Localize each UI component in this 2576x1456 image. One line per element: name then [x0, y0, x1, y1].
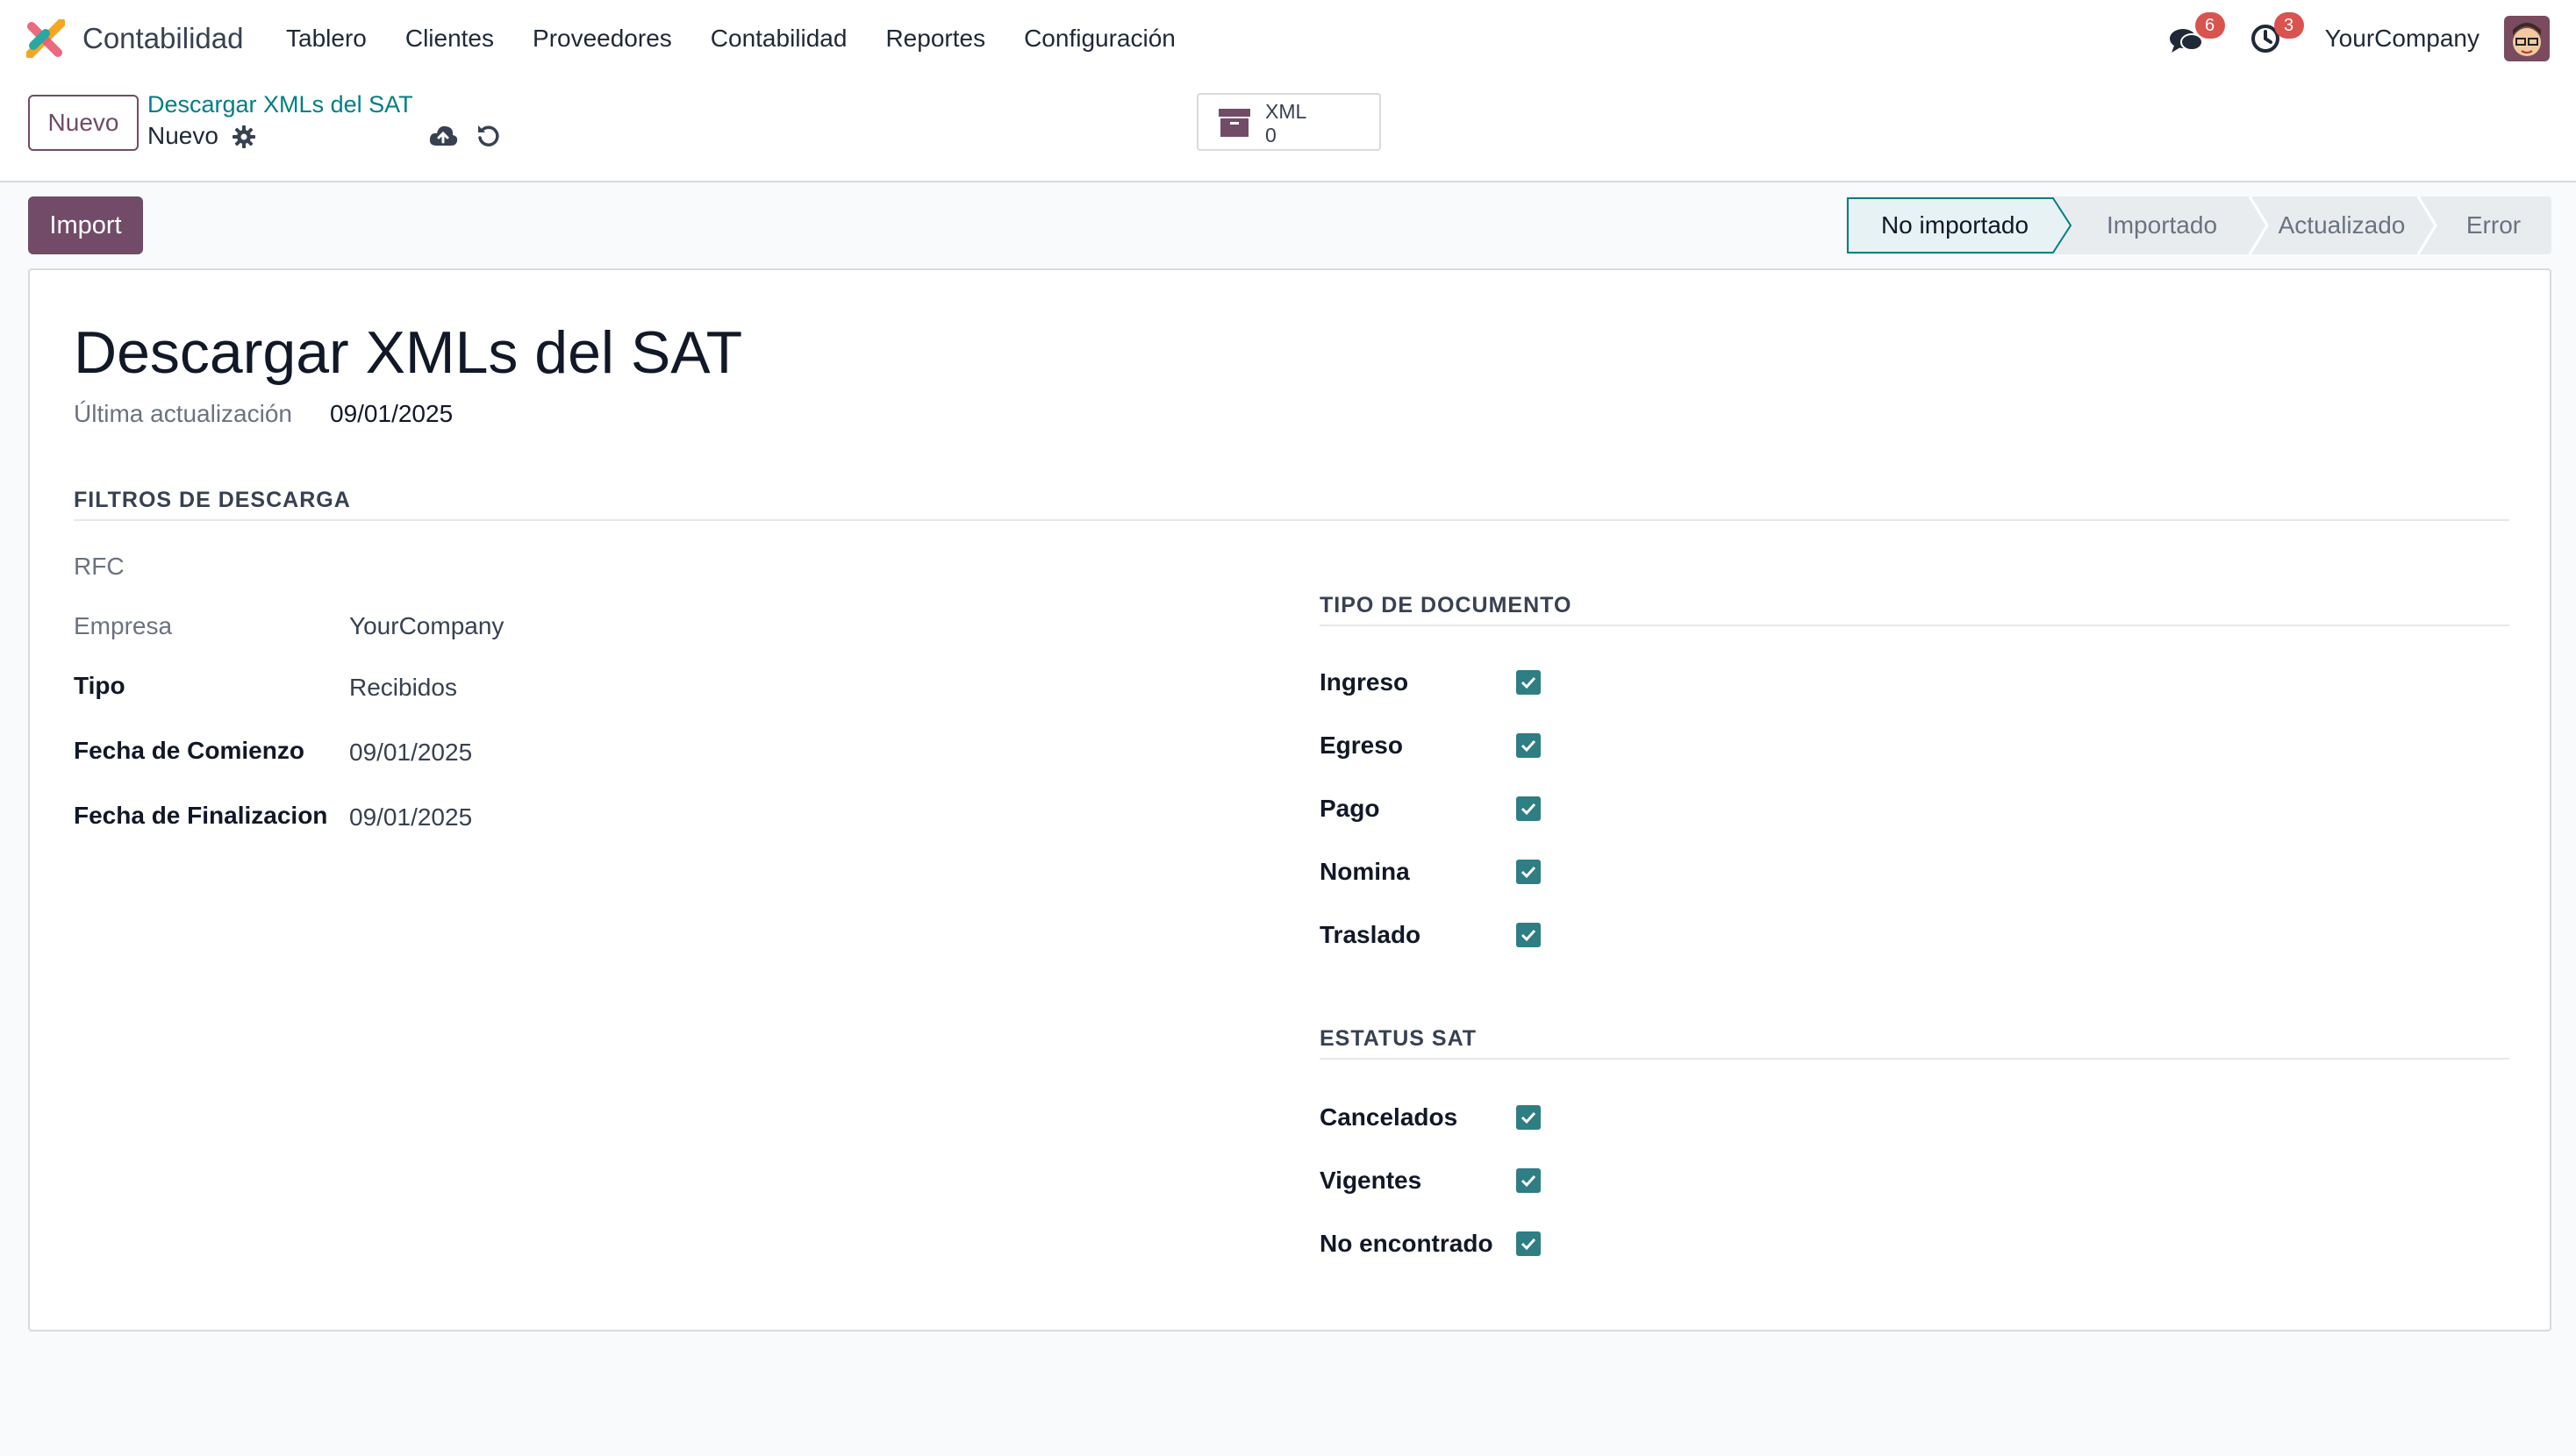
sat-status-section-divider	[1320, 1058, 2509, 1060]
start-date-label: Fecha de Comienzo	[74, 737, 304, 764]
rfc-label: RFC	[74, 553, 125, 580]
doc-type-ingreso-label: Ingreso	[1320, 668, 1409, 696]
status-bar: No importado Importado Actualizado Error	[1846, 196, 2551, 254]
doc-type-nomina-checkbox[interactable]	[1516, 860, 1541, 884]
top-navbar: Contabilidad Tablero Clientes Proveedore…	[0, 0, 2576, 77]
sat-status-vigentes-label: Vigentes	[1320, 1167, 1422, 1194]
smart-button-label: XML	[1265, 100, 1307, 123]
last-update-label: Última actualización	[74, 400, 292, 427]
doc-type-section-title: TIPO DE DOCUMENTO	[1320, 593, 1572, 617]
company-switcher[interactable]: YourCompany	[2325, 25, 2479, 53]
last-update-value: 09/01/2025	[330, 400, 454, 427]
archive-icon	[1218, 107, 1251, 139]
activities-button[interactable]: 3	[2246, 12, 2304, 58]
breadcrumb-current: Nuevo	[147, 122, 218, 149]
messages-count-badge: 6	[2194, 12, 2225, 39]
xml-smart-button[interactable]: XML 0	[1197, 93, 1381, 151]
smart-button-count: 0	[1265, 124, 1277, 146]
sat-status-no-encontrado-checkbox[interactable]	[1516, 1231, 1541, 1256]
breadcrumb-link[interactable]: Descargar XMLs del SAT	[147, 91, 413, 118]
menu-item-reportes[interactable]: Reportes	[885, 19, 985, 58]
stage-no-importado[interactable]: No importado	[1846, 196, 2064, 254]
type-field[interactable]: Recibidos	[349, 674, 457, 702]
activities-count-badge: 3	[2273, 12, 2304, 39]
undo-icon[interactable]	[476, 123, 502, 149]
end-date-field[interactable]: 09/01/2025	[349, 803, 472, 831]
stage-importado[interactable]: Importado	[2074, 196, 2250, 254]
doc-type-egreso-label: Egreso	[1320, 732, 1403, 759]
doc-type-traslado-label: Traslado	[1320, 921, 1421, 948]
menu-item-configuracion[interactable]: Configuración	[1024, 19, 1176, 58]
main-menu: Tablero Clientes Proveedores Contabilida…	[286, 19, 1214, 58]
sat-status-cancelados-label: Cancelados	[1320, 1103, 1458, 1131]
menu-item-contabilidad[interactable]: Contabilidad	[711, 19, 848, 58]
form-sheet: Descargar XMLs del SAT Última actualizac…	[28, 268, 2551, 1331]
doc-type-pago-label: Pago	[1320, 795, 1380, 822]
systray: 6 3 YourCompany	[2167, 12, 2550, 63]
company-label: Empresa	[74, 612, 173, 639]
control-panel: Nuevo Descargar XMLs del SAT Nuevo XML 0	[0, 77, 2576, 182]
filters-section-title: FILTROS DE DESCARGA	[74, 488, 351, 512]
rfc-field[interactable]	[349, 546, 911, 584]
doc-type-traslado-checkbox[interactable]	[1516, 923, 1541, 947]
doc-type-ingreso-checkbox[interactable]	[1516, 670, 1541, 695]
record-title[interactable]: Descargar XMLs del SAT	[74, 314, 742, 391]
start-date-field[interactable]: 09/01/2025	[349, 739, 472, 767]
user-avatar[interactable]	[2504, 16, 2550, 61]
app-logo-icon[interactable]	[25, 18, 66, 59]
menu-item-tablero[interactable]: Tablero	[286, 19, 367, 58]
doc-type-egreso-checkbox[interactable]	[1516, 733, 1541, 758]
sat-status-vigentes-checkbox[interactable]	[1516, 1168, 1541, 1193]
type-label: Tipo	[74, 672, 125, 699]
end-date-label: Fecha de Finalizacion	[74, 802, 328, 829]
menu-item-clientes[interactable]: Clientes	[405, 19, 494, 58]
messages-button[interactable]: 6	[2167, 12, 2225, 58]
sat-status-section-title: ESTATUS SAT	[1320, 1026, 1478, 1051]
sat-status-no-encontrado-label: No encontrado	[1320, 1230, 1493, 1257]
doc-type-section-divider	[1320, 625, 2509, 626]
menu-item-proveedores[interactable]: Proveedores	[533, 19, 672, 58]
stage-error[interactable]: Error	[2436, 196, 2551, 254]
sat-status-cancelados-checkbox[interactable]	[1516, 1105, 1541, 1130]
new-button[interactable]: Nuevo	[28, 95, 139, 151]
app-name[interactable]: Contabilidad	[82, 19, 243, 58]
cloud-upload-icon[interactable]	[428, 123, 458, 149]
doc-type-pago-checkbox[interactable]	[1516, 796, 1541, 821]
stage-actualizado[interactable]: Actualizado	[2258, 196, 2425, 254]
company-field[interactable]: YourCompany	[349, 612, 504, 640]
import-button[interactable]: Import	[28, 196, 143, 254]
filters-section-divider	[74, 519, 2509, 521]
gear-icon[interactable]	[232, 125, 256, 149]
doc-type-nomina-label: Nomina	[1320, 858, 1410, 885]
